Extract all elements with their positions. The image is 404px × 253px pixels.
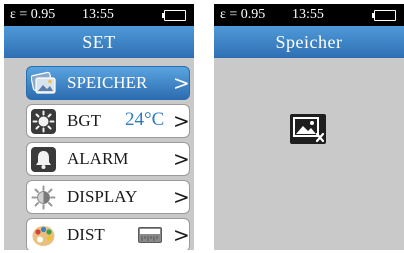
chevron-right-icon: >: [173, 223, 190, 247]
chevron-right-icon: >: [173, 109, 190, 133]
page-title: Speicher: [214, 26, 404, 58]
menu-item-display[interactable]: DISPLAY >: [26, 180, 190, 214]
chevron-right-icon: >: [173, 185, 190, 209]
chevron-right-icon: >: [173, 147, 190, 171]
bell-icon: [31, 147, 56, 172]
battery-icon: [374, 10, 396, 21]
no-image-icon: [290, 114, 326, 144]
status-bar: ε = 0.95 13:55: [214, 4, 404, 26]
menu-item-label: BGT: [67, 111, 101, 130]
clock: 13:55: [292, 7, 324, 22]
menu-item-dist[interactable]: DIST >: [26, 218, 190, 250]
menu-item-label: DISPLAY: [67, 187, 138, 206]
menu-item-bgt[interactable]: BGT 24°C >: [26, 104, 190, 138]
brightness-icon: [31, 185, 56, 210]
menu-item-label: DIST: [67, 225, 105, 244]
status-bar: ε = 0.95 13:55: [4, 4, 194, 26]
menu-item-label: SPEICHER: [67, 73, 148, 92]
page-title: SET: [4, 26, 194, 58]
chevron-right-icon: >: [173, 71, 190, 95]
settings-screen: ε = 0.95 13:55 SET SPEICHER > BGT 24°C >…: [4, 4, 194, 250]
ruler-icon: [138, 227, 162, 243]
menu-item-label: ALARM: [67, 149, 129, 168]
speicher-screen: ε = 0.95 13:55 Speicher: [214, 4, 404, 250]
bgt-value: 24°C: [125, 109, 165, 130]
sun-icon: [31, 109, 56, 134]
menu-item-alarm[interactable]: ALARM >: [26, 142, 190, 176]
gallery-icon: [31, 71, 56, 94]
palette-icon: [32, 226, 55, 246]
battery-icon: [164, 10, 186, 21]
menu-item-speicher[interactable]: SPEICHER >: [26, 66, 190, 100]
emissivity-readout: ε = 0.95: [10, 7, 56, 22]
clock: 13:55: [82, 7, 114, 22]
emissivity-readout: ε = 0.95: [220, 7, 266, 22]
